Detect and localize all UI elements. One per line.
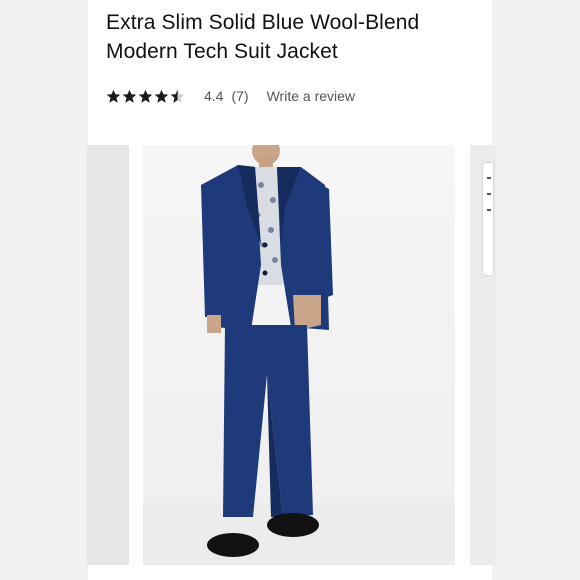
star-icon bbox=[122, 89, 137, 103]
product-title-line2: Modern Tech Suit Jacket bbox=[106, 40, 338, 63]
half-star-icon bbox=[170, 89, 185, 103]
rating-value: 4.4 bbox=[204, 88, 224, 104]
main-product-image[interactable] bbox=[143, 145, 455, 565]
product-title-line1: Extra Slim Solid Blue Wool-Blend bbox=[106, 11, 420, 34]
product-title: Extra Slim Solid Blue Wool-Blend Modern … bbox=[106, 8, 486, 66]
rating-row: 4.4 (7) Write a review bbox=[106, 85, 355, 107]
image-carousel[interactable] bbox=[0, 145, 580, 565]
star-rating bbox=[106, 89, 186, 104]
model-figure bbox=[201, 145, 333, 557]
star-icon bbox=[106, 89, 121, 103]
rating-count[interactable]: (7) bbox=[231, 88, 248, 104]
previous-image-preview[interactable] bbox=[87, 145, 129, 565]
next-image-widget[interactable] bbox=[483, 163, 493, 275]
star-icon bbox=[154, 89, 169, 103]
next-image-preview[interactable] bbox=[470, 145, 496, 565]
star-icon bbox=[138, 89, 153, 103]
write-review-link[interactable]: Write a review bbox=[267, 88, 355, 104]
